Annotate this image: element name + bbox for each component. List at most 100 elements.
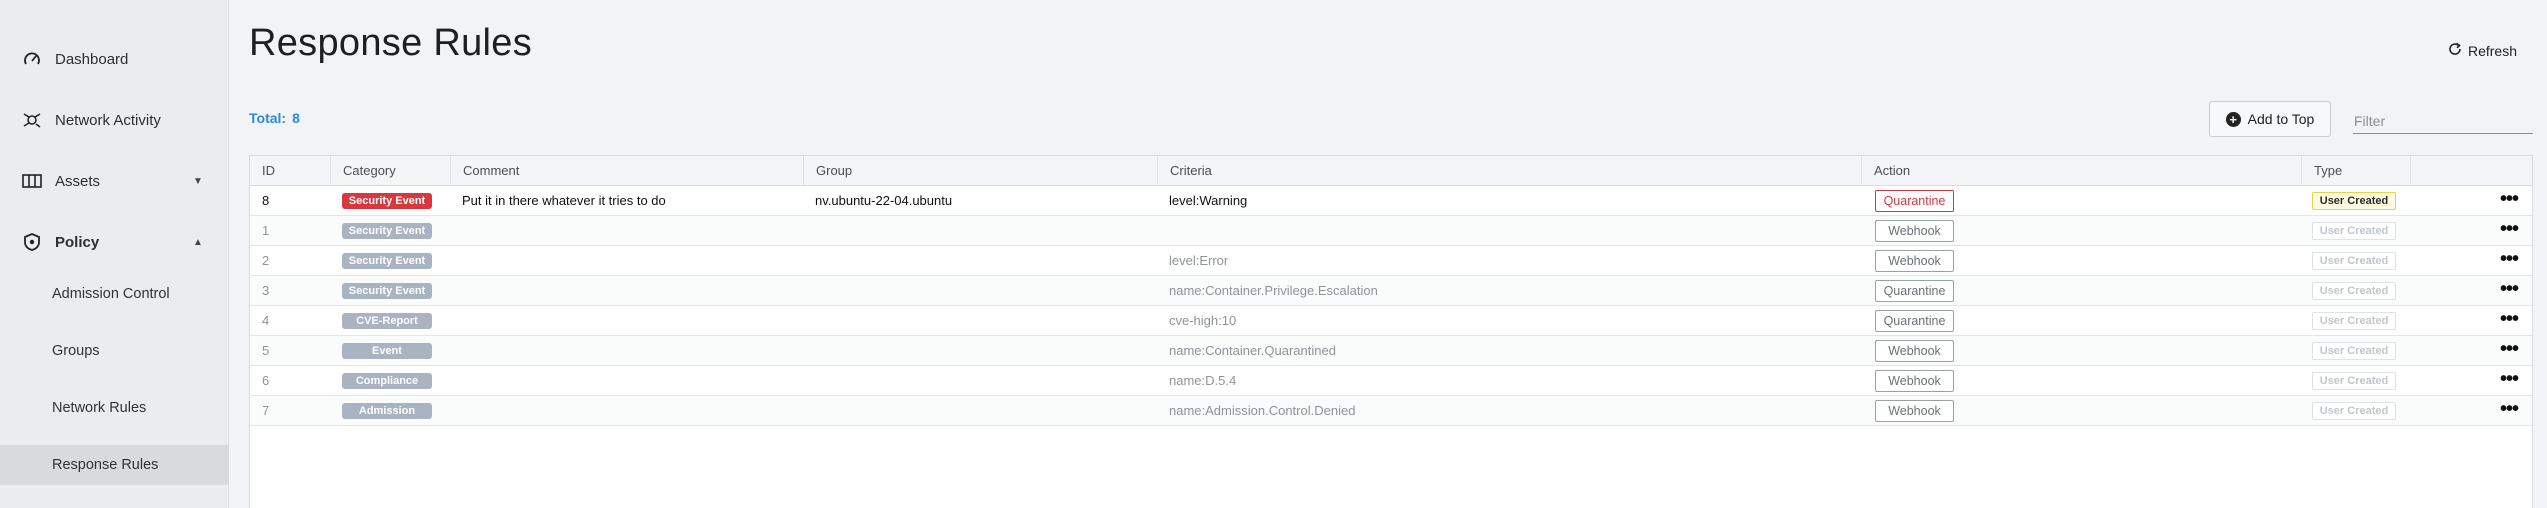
sidebar-subitem-label: Network Rules (52, 400, 147, 416)
rule-id: 2 (262, 253, 270, 268)
table-row[interactable]: 6 Compliance name:D.5.4 Webhook User Created… (250, 366, 2532, 396)
rule-id: 7 (262, 403, 270, 418)
category-badge: Security Event (342, 223, 432, 239)
column-header-action[interactable]: Action (1861, 156, 2301, 186)
column-header-criteria[interactable]: Criteria (1157, 156, 1861, 186)
rule-group (803, 216, 815, 246)
rule-comment (450, 306, 462, 336)
type-badge: User Created (2312, 342, 2396, 360)
sidebar-item-dashboard[interactable]: Dashboard (0, 39, 229, 79)
table-row[interactable]: 5 Event name:Container.Quarantined Webhook U… (250, 336, 2532, 366)
add-to-top-label: Add to Top (2247, 111, 2315, 127)
sidebar-item-label: Policy (55, 233, 100, 251)
assets-icon (22, 171, 42, 191)
chevron-down-icon: ▼ (193, 175, 203, 187)
page-title: Response Rules (249, 22, 533, 64)
rule-group (803, 306, 815, 336)
rule-comment (450, 276, 462, 306)
rule-group (803, 396, 815, 426)
rule-criteria (1157, 216, 1169, 246)
total-number: 8 (292, 110, 300, 126)
sidebar-item-assets[interactable]: Assets ▼ (0, 161, 229, 201)
column-header-id[interactable]: ID (250, 156, 330, 186)
row-menu-icon[interactable]: ••• (2500, 186, 2519, 216)
sidebar-item-label: Network Activity (55, 111, 161, 129)
table-row[interactable]: 4 CVE-Report cve-high:10 Quarantine User Cre… (250, 306, 2532, 336)
table-row[interactable]: 8 Security Event Put it in there whatever … (250, 186, 2532, 216)
action-tag: Quarantine (1875, 190, 1954, 212)
column-header-group[interactable]: Group (803, 156, 1157, 186)
rule-id: 4 (262, 313, 270, 328)
rule-criteria: level:Error (1169, 253, 1229, 268)
row-menu-icon[interactable]: ••• (2500, 276, 2519, 306)
rule-criteria: name:Container.Privilege.Escalation (1169, 283, 1378, 298)
category-badge: Security Event (342, 193, 432, 209)
sidebar-subitem-label: Response Rules (52, 457, 159, 473)
filter-input[interactable] (2353, 108, 2533, 134)
rule-id: 3 (262, 283, 270, 298)
sidebar-item-label: Assets (55, 172, 101, 190)
type-badge: User Created (2312, 402, 2396, 420)
category-badge: Security Event (342, 283, 432, 299)
network-icon (22, 110, 42, 130)
rule-criteria: cve-high:10 (1169, 313, 1237, 328)
type-badge: User Created (2312, 312, 2396, 330)
action-tag: Webhook (1875, 250, 1954, 272)
sidebar-subitem-admission-control[interactable]: Admission Control (0, 274, 229, 314)
table-row[interactable]: 3 Security Event name:Container.Privilege.… (250, 276, 2532, 306)
row-menu-icon[interactable]: ••• (2500, 306, 2519, 336)
action-tag: Quarantine (1875, 280, 1954, 302)
rule-criteria: name:Admission.Control.Denied (1169, 403, 1356, 418)
table-row[interactable]: 2 Security Event level:Error Webhook User Cr… (250, 246, 2532, 276)
category-badge: CVE-Report (342, 313, 432, 329)
rule-group (803, 276, 815, 306)
rule-criteria: name:Container.Quarantined (1169, 343, 1336, 358)
response-rules-table: ID Category Comment Group Criteria Actio… (249, 155, 2533, 508)
rule-id: 8 (262, 193, 270, 208)
rule-group (803, 246, 815, 276)
category-badge: Compliance (342, 373, 432, 389)
type-badge: User Created (2312, 192, 2396, 210)
sidebar-item-network-activity[interactable]: Network Activity (0, 100, 229, 140)
column-header-type[interactable]: Type (2301, 156, 2410, 186)
sidebar-subitem-network-rules[interactable]: Network Rules (0, 388, 229, 428)
row-menu-icon[interactable]: ••• (2500, 336, 2519, 366)
table-row[interactable]: 7 Admission name:Admission.Control.Denied W… (250, 396, 2532, 426)
row-menu-icon[interactable]: ••• (2500, 366, 2519, 396)
rule-comment (450, 396, 462, 426)
category-badge: Event (342, 343, 432, 359)
rule-id: 1 (262, 223, 270, 238)
column-header-category[interactable]: Category (330, 156, 450, 186)
sidebar-subitem-groups[interactable]: Groups (0, 331, 229, 371)
add-to-top-button[interactable]: + Add to Top (2209, 101, 2331, 137)
column-header-comment[interactable]: Comment (450, 156, 803, 186)
sidebar: Dashboard Network Activity Assets ▼ Poli… (0, 0, 229, 508)
action-tag: Webhook (1875, 400, 1954, 422)
sidebar-subitem-label: Groups (52, 343, 100, 359)
rule-comment (450, 336, 462, 366)
column-header-menu (2410, 156, 2532, 186)
row-menu-icon[interactable]: ••• (2500, 216, 2519, 246)
type-badge: User Created (2312, 222, 2396, 240)
rule-criteria: name:D.5.4 (1169, 373, 1237, 388)
rule-comment (450, 366, 462, 396)
chevron-up-icon: ▲ (193, 236, 203, 248)
type-badge: User Created (2312, 282, 2396, 300)
row-menu-icon[interactable]: ••• (2500, 396, 2519, 426)
sidebar-item-policy[interactable]: Policy ▲ (0, 222, 229, 262)
sidebar-subitem-label: Admission Control (52, 286, 170, 302)
refresh-button[interactable]: Refresh (2448, 42, 2517, 59)
table-row[interactable]: 1 Security Event Webhook User Created ••• (250, 216, 2532, 246)
rule-group (803, 366, 815, 396)
total-label: Total: (249, 110, 287, 126)
refresh-label: Refresh (2467, 42, 2517, 59)
action-tag: Webhook (1875, 340, 1954, 362)
type-badge: User Created (2312, 372, 2396, 390)
sidebar-subitem-response-rules[interactable]: Response Rules (0, 445, 229, 485)
shield-icon (22, 232, 42, 252)
row-menu-icon[interactable]: ••• (2500, 246, 2519, 276)
rule-group: nv.ubuntu-22-04.ubuntu (815, 193, 953, 208)
rule-id: 6 (262, 373, 270, 388)
refresh-icon (2448, 42, 2462, 59)
total-count: Total: 8 (249, 110, 300, 126)
